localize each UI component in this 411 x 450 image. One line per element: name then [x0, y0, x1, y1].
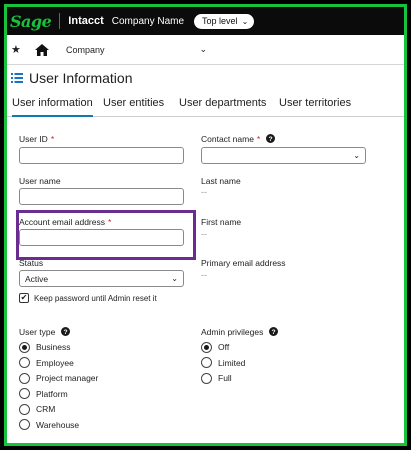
help-icon[interactable]: ? — [265, 134, 275, 143]
contact-name-select[interactable]: ⌄ — [201, 147, 366, 164]
home-icon[interactable] — [35, 43, 49, 56]
admin-privileges-option-off[interactable]: Off — [201, 341, 229, 353]
user-type-label-text: User type — [19, 327, 56, 337]
radio-label: CRM — [36, 404, 56, 414]
primary-email-label: Primary email address — [201, 258, 286, 268]
radio-label: Business — [36, 342, 71, 352]
svg-text:?: ? — [271, 329, 275, 336]
chevron-down-icon: ⌄ — [241, 16, 249, 26]
status-label: Status — [19, 258, 44, 268]
contact-name-label-text: Contact name — [201, 134, 254, 144]
user-type-option-business[interactable]: Business — [19, 341, 71, 353]
first-name-value: -- — [201, 229, 207, 239]
tab-user-territories[interactable]: User territories — [279, 91, 351, 117]
sage-logo[interactable]: Sage — [10, 12, 52, 31]
first-name-label: First name — [201, 217, 242, 227]
top-bar: Sage Intacct Company Name Top level ⌄ — [7, 7, 404, 35]
tab-bar: User information User entities User depa… — [7, 91, 404, 117]
user-id-input[interactable] — [19, 147, 184, 164]
keep-password-label: Keep password until Admin reset it — [34, 294, 157, 303]
required-marker: * — [108, 217, 112, 227]
user-name-label: User name — [19, 176, 61, 186]
radio-label: Warehouse — [36, 419, 80, 430]
radio-label: Employee — [36, 357, 74, 368]
app-window: Sage Intacct Company Name Top level ⌄ ★ … — [4, 4, 407, 446]
radio-label: Project manager — [36, 373, 99, 383]
svg-text:?: ? — [63, 329, 67, 336]
radio-button[interactable] — [19, 388, 30, 399]
product-name: Intacct — [68, 15, 104, 27]
tab-user-entities[interactable]: User entities — [103, 91, 164, 117]
radio-label: Limited — [218, 357, 246, 368]
last-name-label: Last name — [201, 176, 241, 186]
radio-label: Platform — [36, 388, 68, 399]
svg-text:?: ? — [268, 136, 272, 143]
tab-user-information[interactable]: User information — [12, 91, 93, 117]
logo-divider — [59, 13, 61, 29]
radio-button[interactable] — [19, 403, 30, 415]
company-menu[interactable]: Company — [66, 45, 105, 55]
admin-privileges-option-limited[interactable]: Limited — [201, 357, 245, 369]
nav-bar: ★ Company ⌄ — [7, 35, 404, 65]
user-id-label-text: User ID — [19, 134, 48, 144]
chevron-down-icon: ⌄ — [171, 274, 178, 283]
chevron-down-icon: ⌄ — [353, 151, 360, 160]
user-id-label: User ID * — [19, 134, 54, 144]
required-marker: * — [256, 134, 261, 144]
account-email-label-text: Account email address — [19, 217, 105, 227]
list-icon[interactable] — [11, 72, 23, 84]
contact-name-label: Contact name * ? — [201, 134, 275, 144]
admin-privileges-label-text: Admin privileges — [201, 327, 264, 337]
radio-label: Off — [218, 342, 230, 352]
radio-button[interactable] — [19, 341, 30, 353]
entity-level-selector[interactable]: Top level ⌄ — [194, 13, 255, 29]
help-icon[interactable]: ? — [268, 327, 278, 336]
user-type-option-employee[interactable]: Employee — [19, 357, 74, 369]
account-email-label: Account email address * — [19, 217, 111, 227]
last-name-value: -- — [201, 187, 207, 197]
radio-label: Full — [218, 373, 232, 383]
radio-button[interactable] — [201, 341, 212, 353]
page-header: User Information — [11, 65, 132, 91]
admin-privileges-option-full[interactable]: Full — [201, 372, 232, 384]
chevron-down-icon[interactable]: ⌄ — [200, 44, 208, 55]
status-select[interactable]: Active ⌄ — [19, 270, 184, 287]
admin-privileges-label: Admin privileges ? — [201, 327, 278, 337]
primary-email-value: -- — [201, 270, 207, 280]
check-icon: ✔ — [20, 293, 28, 302]
user-type-label: User type ? — [19, 327, 70, 337]
radio-button[interactable] — [19, 357, 30, 368]
radio-button[interactable] — [19, 419, 30, 430]
company-name: Company Name — [111, 15, 185, 27]
entity-level-label: Top level — [202, 16, 238, 26]
user-type-option-project-manager[interactable]: Project manager — [19, 372, 98, 384]
status-value: Active — [25, 273, 49, 284]
keep-password-checkbox[interactable]: ✔ — [19, 293, 29, 303]
page-title: User Information — [29, 70, 133, 86]
tab-user-departments[interactable]: User departments — [179, 91, 266, 117]
help-icon[interactable]: ? — [60, 327, 70, 336]
account-email-input[interactable] — [19, 229, 184, 246]
user-type-option-warehouse[interactable]: Warehouse — [19, 419, 79, 431]
radio-button[interactable] — [19, 372, 30, 384]
radio-button[interactable] — [201, 357, 212, 368]
required-marker: * — [50, 134, 55, 144]
user-type-option-crm[interactable]: CRM — [19, 403, 55, 415]
star-icon[interactable]: ★ — [11, 43, 27, 56]
radio-button[interactable] — [201, 372, 212, 384]
user-type-option-platform[interactable]: Platform — [19, 388, 68, 400]
user-name-input[interactable] — [19, 188, 184, 205]
